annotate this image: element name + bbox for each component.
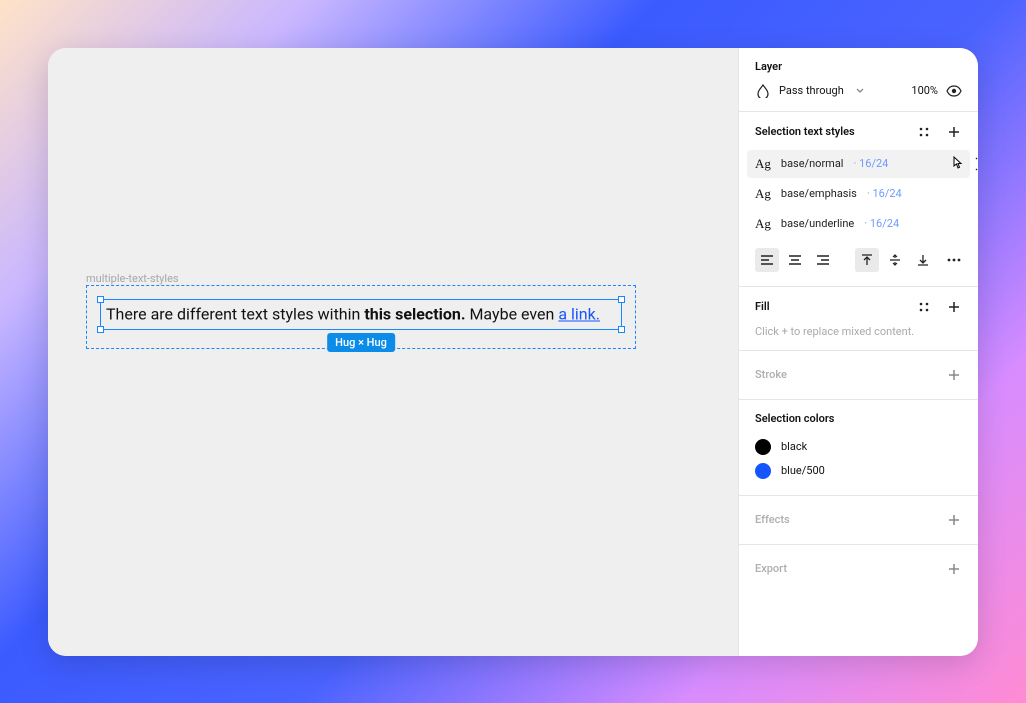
add-stroke-icon[interactable]	[946, 367, 962, 383]
style-name: base/emphasis	[781, 187, 857, 200]
text-part-normal: There are different text styles within	[106, 305, 364, 324]
style-preview-ag: Ag	[755, 216, 771, 232]
valign-top-button[interactable]	[855, 248, 879, 272]
selection-color-item[interactable]: black	[755, 435, 962, 459]
section-title-layer: Layer	[755, 60, 962, 73]
detach-style-icon[interactable]	[974, 156, 978, 172]
text-align-row	[755, 248, 962, 272]
text-part-link[interactable]: a link.	[558, 305, 600, 324]
section-effects[interactable]: Effects	[739, 496, 978, 545]
text-style-item[interactable]: Ag base/emphasis · 16/24	[747, 180, 970, 208]
selection-box[interactable]: There are different text styles within t…	[100, 299, 622, 330]
size-badge: Hug × Hug	[327, 333, 395, 352]
align-right-button[interactable]	[811, 248, 835, 272]
style-name: base/normal	[781, 157, 844, 170]
color-name: black	[781, 440, 807, 453]
resize-handle-bl[interactable]	[97, 326, 104, 333]
section-selection-colors: Selection colors black blue/500	[739, 400, 978, 496]
style-size: 16/24	[859, 157, 888, 170]
text-style-item[interactable]: Ag base/underline · 16/24	[747, 210, 970, 238]
chevron-down-icon	[852, 83, 868, 99]
text-more-icon[interactable]	[945, 248, 962, 272]
color-swatch	[755, 463, 771, 479]
app-window: multiple-text-styles There are different…	[48, 48, 978, 656]
cursor-pointer-icon	[949, 155, 965, 171]
section-fill: Fill Click + to replace mixed content.	[739, 287, 978, 351]
color-swatch	[755, 439, 771, 455]
section-title-fill: Fill	[755, 300, 770, 313]
section-title-effects: Effects	[755, 513, 790, 526]
opacity-value[interactable]: 100%	[911, 84, 938, 97]
style-size: 16/24	[872, 187, 901, 200]
resize-handle-br[interactable]	[618, 326, 625, 333]
color-name: blue/500	[781, 464, 825, 477]
section-text-styles: Selection text styles Ag base/normal · 1…	[739, 112, 978, 287]
section-title-selection-colors: Selection colors	[755, 412, 962, 425]
style-name: base/underline	[781, 217, 854, 230]
align-left-button[interactable]	[755, 248, 779, 272]
style-preview-ag: Ag	[755, 156, 771, 172]
section-export[interactable]: Export	[739, 545, 978, 593]
blend-mode-control[interactable]: Pass through	[755, 83, 868, 99]
resize-handle-tr[interactable]	[618, 296, 625, 303]
text-style-item[interactable]: Ag base/normal · 16/24	[747, 150, 970, 178]
section-title-export: Export	[755, 562, 787, 575]
selection-frame[interactable]: There are different text styles within t…	[86, 285, 636, 349]
add-effect-icon[interactable]	[946, 512, 962, 528]
frame-label: multiple-text-styles	[86, 272, 179, 285]
valign-bottom-button[interactable]	[911, 248, 935, 272]
text-style-list: Ag base/normal · 16/24	[755, 150, 962, 238]
visibility-icon[interactable]	[946, 83, 962, 99]
text-part-emphasis: this selection.	[364, 305, 465, 324]
properties-panel: Layer Pass through 100%	[738, 48, 978, 656]
resize-handle-tl[interactable]	[97, 296, 104, 303]
text-part-middle: Maybe even	[465, 305, 558, 324]
style-grid-icon[interactable]	[916, 124, 932, 140]
style-size: 16/24	[870, 217, 899, 230]
blend-mode-value: Pass through	[779, 84, 844, 97]
add-style-icon[interactable]	[946, 124, 962, 140]
section-layer: Layer Pass through 100%	[739, 48, 978, 112]
valign-middle-button[interactable]	[883, 248, 907, 272]
canvas-area[interactable]: multiple-text-styles There are different…	[48, 48, 738, 656]
section-stroke[interactable]: Stroke	[739, 351, 978, 400]
add-export-icon[interactable]	[946, 561, 962, 577]
add-fill-icon[interactable]	[946, 299, 962, 315]
section-title-stroke: Stroke	[755, 368, 787, 381]
blend-icon	[755, 83, 771, 99]
fill-grid-icon[interactable]	[916, 299, 932, 315]
style-preview-ag: Ag	[755, 186, 771, 202]
text-content[interactable]: There are different text styles within t…	[106, 305, 616, 324]
section-title-text-styles: Selection text styles	[755, 125, 855, 138]
fill-hint: Click + to replace mixed content.	[755, 325, 962, 338]
selection-color-item[interactable]: blue/500	[755, 459, 962, 483]
align-center-button[interactable]	[783, 248, 807, 272]
